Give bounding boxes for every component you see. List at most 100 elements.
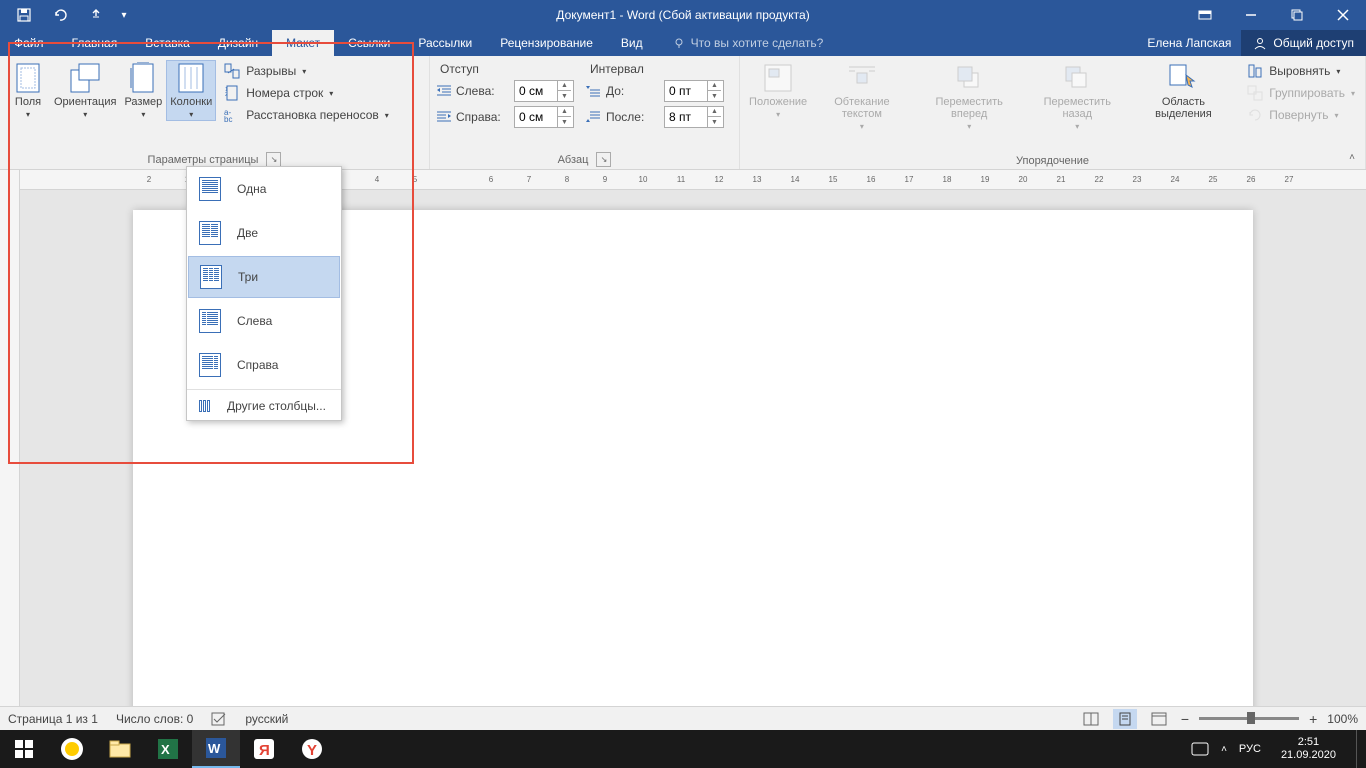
minimize-button[interactable] (1228, 1, 1274, 29)
user-account[interactable]: Елена Лапская (1137, 30, 1241, 56)
spacing-after-value[interactable] (665, 110, 707, 124)
rotate-button: Повернуть ▾ (1243, 104, 1359, 126)
tab-references[interactable]: Ссылки (334, 30, 404, 56)
start-button[interactable] (0, 730, 48, 768)
dialog-launcher-paragraph[interactable]: ↘ (596, 152, 611, 167)
bring-forward-icon (953, 62, 985, 94)
spinner-down[interactable]: ▼ (558, 91, 571, 101)
chevron-down-icon: ▾ (189, 110, 193, 119)
status-language[interactable]: русский (245, 712, 288, 726)
columns-option-left[interactable]: Слева (187, 299, 341, 343)
size-button[interactable]: Размер ▾ (120, 60, 166, 121)
svg-text:2: 2 (225, 92, 228, 98)
taskbar-word[interactable]: W (192, 730, 240, 768)
redo-button[interactable] (80, 1, 112, 29)
columns-option-right[interactable]: Справа (187, 343, 341, 387)
spinner-down[interactable]: ▼ (708, 117, 721, 127)
status-page[interactable]: Страница 1 из 1 (8, 712, 98, 726)
spinner-up[interactable]: ▲ (558, 81, 571, 91)
lightbulb-icon (673, 37, 685, 49)
ribbon-display-options[interactable] (1182, 1, 1228, 29)
proofing-icon[interactable] (211, 711, 227, 727)
share-button[interactable]: Общий доступ (1241, 30, 1366, 56)
position-button: Положение ▾ (746, 60, 810, 121)
status-word-count[interactable]: Число слов: 0 (116, 712, 193, 726)
columns-more-label: Другие столбцы... (227, 399, 326, 413)
indent-right-value[interactable] (515, 110, 557, 124)
orientation-button[interactable]: Ориентация ▾ (50, 60, 120, 121)
close-button[interactable] (1320, 1, 1366, 29)
tab-view[interactable]: Вид (607, 30, 657, 56)
spacing-header: Интервал (586, 62, 724, 76)
taskbar-file-explorer[interactable] (96, 730, 144, 768)
taskbar-yandex-search[interactable] (48, 730, 96, 768)
align-button[interactable]: Выровнять ▾ (1243, 60, 1359, 82)
line-numbers-label: Номера строк (246, 86, 323, 100)
columns-option-two[interactable]: Две (187, 211, 341, 255)
tab-insert[interactable]: Вставка (131, 30, 204, 56)
spinner-up[interactable]: ▲ (708, 81, 721, 91)
tray-time: 2:51 (1281, 736, 1336, 749)
chevron-down-icon: ▾ (83, 110, 87, 119)
group-label-arrange: Упорядочение (1016, 155, 1089, 167)
view-web-layout[interactable] (1147, 709, 1171, 729)
tab-file[interactable]: Файл (0, 30, 58, 56)
view-read-mode[interactable] (1079, 709, 1103, 729)
spinner-up[interactable]: ▲ (708, 107, 721, 117)
vertical-ruler[interactable] (0, 170, 20, 730)
tab-home[interactable]: Главная (58, 30, 132, 56)
spacing-after-input[interactable]: ▲▼ (664, 106, 724, 128)
tab-mailings[interactable]: Рассылки (404, 30, 486, 56)
spacing-before-value[interactable] (665, 84, 707, 98)
collapse-ribbon-button[interactable]: ˄ (1342, 149, 1362, 165)
selection-pane-button[interactable]: Область выделения (1130, 60, 1238, 122)
columns-three-label: Три (238, 270, 258, 284)
taskbar-yandex-disk[interactable]: Я (240, 730, 288, 768)
tell-me-search[interactable]: Что вы хотите сделать? (673, 30, 824, 56)
person-icon (1253, 36, 1267, 50)
view-print-layout[interactable] (1113, 709, 1137, 729)
dialog-launcher-page-setup[interactable]: ↘ (266, 152, 281, 167)
save-button[interactable] (8, 1, 40, 29)
indent-left-input[interactable]: ▲▼ (514, 80, 574, 102)
tray-language[interactable]: РУС (1239, 743, 1261, 755)
zoom-out-button[interactable]: − (1181, 711, 1189, 727)
columns-button[interactable]: Колонки ▾ (166, 60, 216, 121)
columns-more-options[interactable]: Другие столбцы... (187, 392, 341, 420)
spacing-before-input[interactable]: ▲▼ (664, 80, 724, 102)
align-label: Выровнять (1269, 64, 1330, 78)
spinner-up[interactable]: ▲ (558, 107, 571, 117)
share-label: Общий доступ (1273, 36, 1354, 50)
spinner-down[interactable]: ▼ (558, 117, 571, 127)
undo-button[interactable] (44, 1, 76, 29)
svg-text:W: W (208, 741, 221, 756)
hyphenation-icon: a-bc (224, 107, 240, 123)
columns-option-three[interactable]: Три (188, 256, 340, 298)
taskbar-yandex-browser[interactable]: Y (288, 730, 336, 768)
hyphenation-button[interactable]: a-bc Расстановка переносов ▾ (220, 104, 393, 126)
taskbar-excel[interactable]: X (144, 730, 192, 768)
tray-clock[interactable]: 2:51 21.09.2020 (1273, 736, 1344, 762)
line-numbers-button[interactable]: 12 Номера строк ▾ (220, 82, 393, 104)
indent-right-input[interactable]: ▲▼ (514, 106, 574, 128)
zoom-slider[interactable] (1199, 717, 1299, 720)
tab-review[interactable]: Рецензирование (486, 30, 607, 56)
tray-keyboard-icon[interactable] (1191, 742, 1209, 756)
margins-button[interactable]: Поля ▾ (6, 60, 50, 121)
breaks-button[interactable]: Разрывы ▾ (220, 60, 393, 82)
indent-left-value[interactable] (515, 84, 557, 98)
show-desktop-button[interactable] (1356, 730, 1362, 768)
maximize-button[interactable] (1274, 1, 1320, 29)
columns-option-one[interactable]: Одна (187, 167, 341, 211)
tray-chevron[interactable]: ˄ (1221, 744, 1227, 755)
chevron-down-icon: ▾ (141, 110, 145, 119)
tab-layout[interactable]: Макет (272, 30, 334, 56)
size-icon (127, 62, 159, 94)
qat-customize[interactable]: ▾ (116, 1, 132, 29)
zoom-level[interactable]: 100% (1327, 712, 1358, 726)
spinner-down[interactable]: ▼ (708, 91, 721, 101)
tray-date: 21.09.2020 (1281, 749, 1336, 762)
columns-icon (175, 62, 207, 94)
tab-design[interactable]: Дизайн (204, 30, 272, 56)
zoom-in-button[interactable]: + (1309, 711, 1317, 727)
